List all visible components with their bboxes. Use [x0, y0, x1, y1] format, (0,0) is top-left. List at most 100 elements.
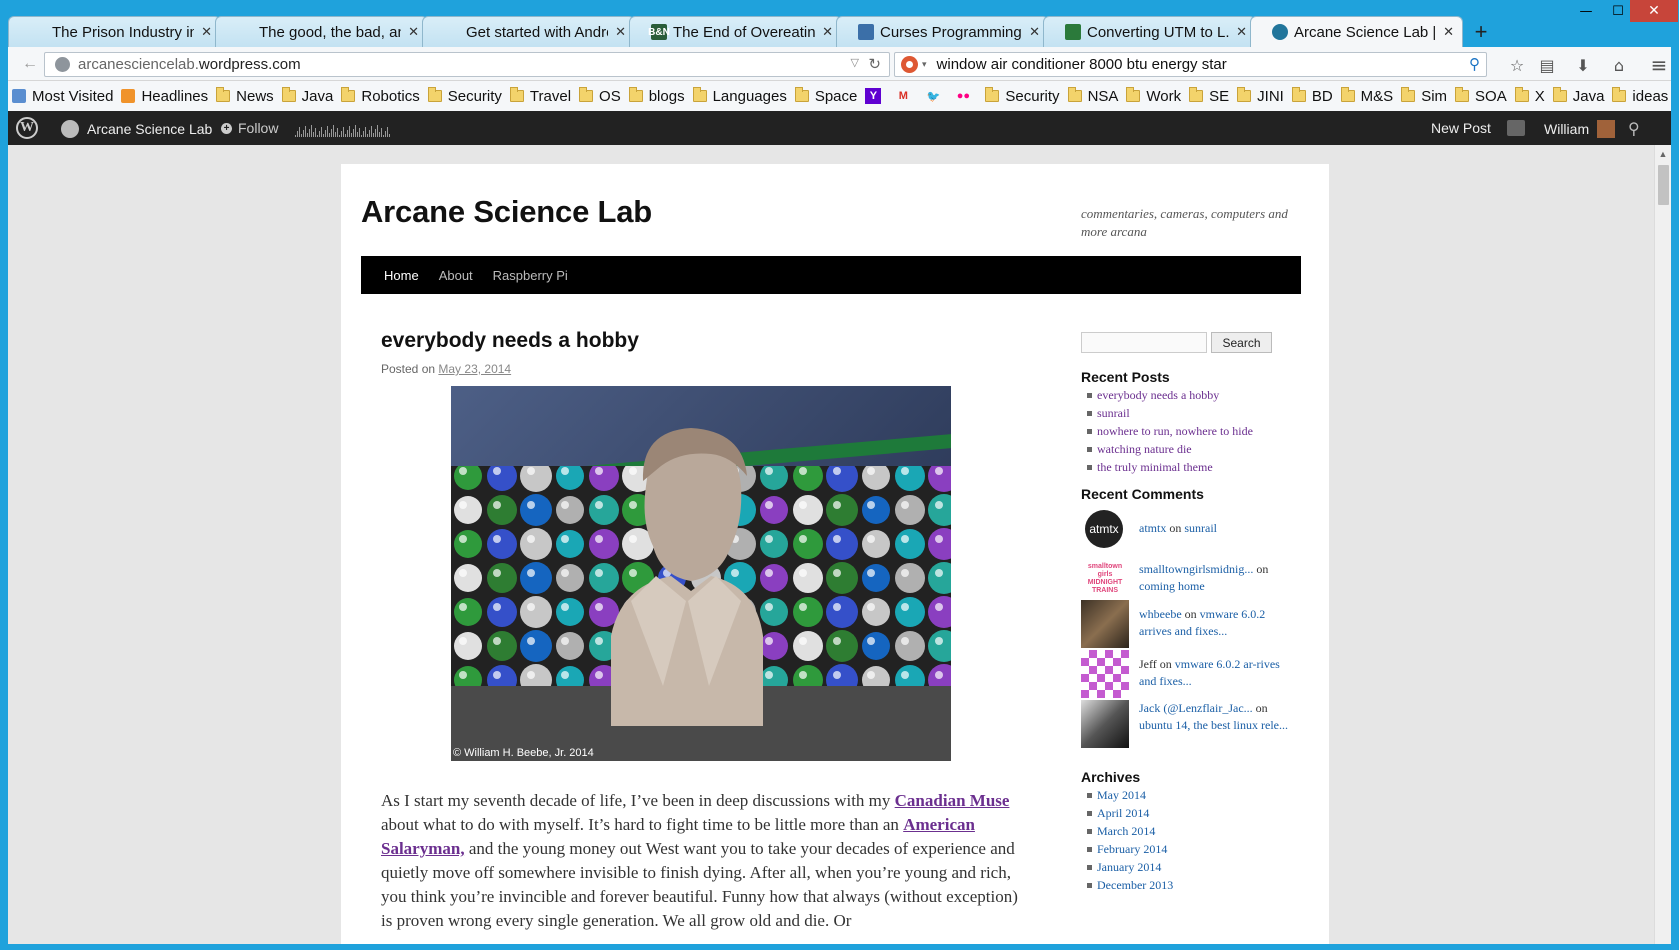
- bookmark-11[interactable]: Y: [865, 88, 887, 104]
- download-icon[interactable]: ⬇: [1572, 55, 1594, 75]
- tab-1[interactable]: The good, the bad, and t... ✕: [215, 16, 428, 47]
- tab-close-icon[interactable]: ✕: [1443, 24, 1454, 40]
- tab-4[interactable]: Curses Programming ... ✕: [836, 16, 1049, 47]
- comment-post-link[interactable]: ubuntu 14, the best linux rele...: [1139, 718, 1288, 732]
- bookmark-1[interactable]: Headlines: [121, 88, 208, 105]
- new-post-button[interactable]: New Post: [1431, 120, 1491, 136]
- stats-sparkline[interactable]: [295, 123, 395, 137]
- bookmark-19[interactable]: JINI: [1237, 87, 1284, 105]
- bookmark-5[interactable]: Security: [427, 87, 502, 105]
- post-link[interactable]: Canadian Muse: [895, 791, 1010, 810]
- bookmark-7[interactable]: OS: [579, 87, 621, 105]
- archive-link[interactable]: December 2013: [1097, 878, 1173, 892]
- bookmark-6[interactable]: Travel: [509, 87, 571, 105]
- bookmark-26[interactable]: ideas: [1612, 87, 1668, 105]
- recent-post-link[interactable]: everybody needs a hobby: [1097, 388, 1219, 402]
- scroll-thumb[interactable]: [1658, 165, 1669, 205]
- archive-link[interactable]: February 2014: [1097, 842, 1167, 856]
- bookmark-21[interactable]: M&S: [1340, 87, 1393, 105]
- follow-button[interactable]: + Follow: [221, 120, 278, 136]
- avatar[interactable]: [1081, 700, 1129, 748]
- tab-0[interactable]: The Prison Industry in th... ✕: [8, 16, 221, 47]
- bookmark-16[interactable]: NSA: [1067, 87, 1118, 105]
- tab-3[interactable]: B&N The End of Overeatin... ✕: [629, 16, 842, 47]
- post-date-link[interactable]: May 23, 2014: [438, 362, 511, 376]
- admin-bar-site-link[interactable]: Arcane Science Lab: [61, 120, 212, 138]
- bookmark-14[interactable]: ●●: [955, 88, 977, 104]
- avatar[interactable]: smalltown girls MIDNIGHT TRAINS: [1081, 555, 1129, 603]
- bookmark-23[interactable]: SOA: [1455, 87, 1507, 105]
- archive-link[interactable]: March 2014: [1097, 824, 1155, 838]
- archive-link[interactable]: May 2014: [1097, 788, 1146, 802]
- tab-close-icon[interactable]: ✕: [1029, 24, 1040, 40]
- url-history-dropdown-icon[interactable]: ▽: [851, 56, 859, 69]
- scroll-up-icon[interactable]: ▲: [1655, 145, 1671, 162]
- tab-close-icon[interactable]: ✕: [822, 24, 833, 40]
- comment-post-link[interactable]: sunrail: [1184, 521, 1217, 535]
- url-text[interactable]: arcanesciencelab.wordpress.com: [78, 56, 301, 73]
- recent-post-link[interactable]: sunrail: [1097, 406, 1130, 420]
- menu-item-about[interactable]: About: [439, 268, 473, 283]
- recent-post-link[interactable]: nowhere to run, nowhere to hide: [1097, 424, 1253, 438]
- recent-post-link[interactable]: the truly minimal theme: [1097, 460, 1213, 474]
- tab-close-icon[interactable]: ✕: [201, 24, 212, 40]
- search-engine-dropdown-icon[interactable]: ▾: [922, 59, 927, 70]
- sidebar-search-button[interactable]: Search: [1211, 332, 1272, 353]
- archive-link[interactable]: January 2014: [1097, 860, 1161, 874]
- bookmark-10[interactable]: Space: [794, 87, 857, 105]
- bookmark-8[interactable]: blogs: [628, 87, 685, 105]
- bookmark-12[interactable]: M: [895, 88, 917, 104]
- bookmark-13[interactable]: 🐦: [925, 88, 947, 104]
- comment-author-link[interactable]: whbeebe: [1139, 607, 1182, 621]
- bookmark-4[interactable]: Robotics: [341, 87, 420, 105]
- avatar[interactable]: [1081, 650, 1129, 698]
- vertical-scrollbar[interactable]: ▲: [1654, 145, 1671, 944]
- back-button[interactable]: ←: [18, 53, 42, 75]
- comment-author-link[interactable]: smalltowngirlsmidnig...: [1139, 562, 1253, 576]
- bookmark-22[interactable]: Sim: [1401, 87, 1447, 105]
- sidebar-search-input[interactable]: [1081, 332, 1207, 353]
- post-image[interactable]: © William H. Beebe, Jr. 2014: [451, 386, 951, 761]
- tab-2[interactable]: Get started with Android... ✕: [422, 16, 635, 47]
- search-input[interactable]: window air conditioner 8000 btu energy s…: [937, 56, 1227, 73]
- tab-close-icon[interactable]: ✕: [408, 24, 419, 40]
- notifications-icon[interactable]: [1507, 120, 1525, 136]
- archive-link[interactable]: April 2014: [1097, 806, 1149, 820]
- tab-5[interactable]: Converting UTM to L... ✕: [1043, 16, 1256, 47]
- post-title[interactable]: everybody needs a hobby: [381, 329, 1021, 353]
- new-tab-button[interactable]: +: [1467, 16, 1495, 47]
- avatar[interactable]: atmtx: [1085, 510, 1123, 548]
- tab-6[interactable]: Arcane Science Lab | ... ✕: [1250, 16, 1463, 47]
- bookmark-25[interactable]: Java: [1552, 87, 1604, 105]
- home-icon[interactable]: ⌂: [1608, 55, 1630, 75]
- user-menu[interactable]: William: [1544, 120, 1616, 138]
- search-go-icon[interactable]: ⚲: [1469, 55, 1480, 73]
- bookmark-20[interactable]: BD: [1291, 87, 1333, 105]
- bookmark-15[interactable]: Security: [985, 87, 1060, 105]
- url-bar[interactable]: arcanesciencelab.wordpress.com ▽ ↻: [44, 52, 890, 77]
- wordpress-logo-icon[interactable]: W: [16, 117, 38, 139]
- tab-close-icon[interactable]: ✕: [1236, 24, 1247, 40]
- avatar[interactable]: [1081, 600, 1129, 648]
- tab-close-icon[interactable]: ✕: [615, 24, 626, 40]
- duckduckgo-icon[interactable]: [901, 56, 918, 73]
- bookmark-18[interactable]: SE: [1189, 87, 1229, 105]
- bookmark-17[interactable]: Work: [1126, 87, 1181, 105]
- menu-item-raspberry-pi[interactable]: Raspberry Pi: [493, 268, 568, 283]
- menu-item-home[interactable]: Home: [384, 268, 419, 283]
- reload-icon[interactable]: ↻: [868, 55, 881, 73]
- bookmark-2[interactable]: News: [216, 87, 274, 105]
- bookmark-9[interactable]: Languages: [692, 87, 787, 105]
- admin-search-icon[interactable]: ⚲: [1628, 119, 1640, 138]
- recent-post-link[interactable]: watching nature die: [1097, 442, 1192, 456]
- reader-icon[interactable]: ▤: [1536, 55, 1558, 75]
- comment-author-link[interactable]: atmtx: [1139, 521, 1166, 535]
- comment-author-link[interactable]: Jack (@Lenzflair_Jac...: [1139, 701, 1253, 715]
- close-window-button[interactable]: ✕: [1630, 0, 1678, 22]
- bookmark-3[interactable]: Java: [281, 87, 333, 105]
- bookmark-24[interactable]: X: [1514, 87, 1545, 105]
- menu-icon[interactable]: ≡: [1648, 53, 1670, 77]
- search-bar[interactable]: ▾ window air conditioner 8000 btu energy…: [894, 52, 1487, 77]
- site-title[interactable]: Arcane Science Lab: [361, 194, 652, 230]
- comment-post-link[interactable]: coming home: [1139, 579, 1205, 593]
